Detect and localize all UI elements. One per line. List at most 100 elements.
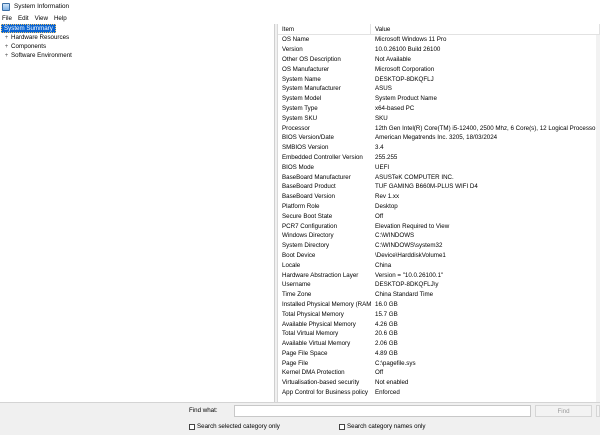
row-value: China (375, 261, 392, 269)
table-row[interactable]: Embedded Controller Version 255.255 (278, 153, 600, 163)
table-row[interactable]: Secure Boot State Off (278, 211, 600, 221)
tree-item-software-environment[interactable]: + Software Environment (0, 51, 274, 60)
row-value: Version = "10.0.26100.1" (375, 271, 444, 279)
tree-item-label: System Summary (1, 24, 56, 33)
expand-plus-icon[interactable]: + (3, 53, 10, 59)
row-value: 15.7 GB (375, 310, 398, 318)
expand-plus-icon[interactable]: + (3, 44, 10, 50)
row-item: Embedded Controller Version (282, 153, 363, 161)
row-value: UEFI (375, 163, 390, 171)
table-row[interactable]: BaseBoard Version Rev 1.xx (278, 192, 600, 202)
window-title: System Information (14, 3, 70, 10)
list-rows: OS Name Microsoft Windows 11 Pro Version 10… (278, 35, 600, 397)
category-tree: System Summary + Hardware Resources + Co… (0, 24, 275, 402)
column-header-item[interactable]: Item (278, 24, 371, 35)
table-row[interactable]: Username DESKTOP-8DKQFLJ\y (278, 280, 600, 290)
table-row[interactable]: Installed Physical Memory (RAM) 16.0 GB (278, 300, 600, 310)
row-value: Enforced (375, 389, 400, 397)
table-row[interactable]: Processor 12th Gen Intel(R) Core(TM) i5-1… (278, 123, 600, 133)
row-value: 3.4 (375, 144, 384, 152)
row-value: \Device\HarddiskVolume1 (375, 251, 446, 259)
tree-item-system-summary[interactable]: System Summary (0, 24, 274, 33)
table-row[interactable]: BaseBoard Manufacturer ASUSTeK COMPUTER I… (278, 172, 600, 182)
tree-item-hardware-resources[interactable]: + Hardware Resources (0, 33, 274, 42)
table-row[interactable]: BaseBoard Product TUF GAMING B660M-PLUS W… (278, 182, 600, 192)
row-value: TUF GAMING B660M-PLUS WIFI D4 (375, 183, 478, 191)
row-item: System Name (282, 75, 321, 83)
row-value: DESKTOP-8DKQFLJ\y (375, 281, 439, 289)
row-item: SMBIOS Version (282, 144, 329, 152)
table-row[interactable]: System Directory C:\WINDOWS\system32 (278, 241, 600, 251)
table-row[interactable]: System Manufacturer ASUS (278, 84, 600, 94)
checkbox-box[interactable] (339, 423, 345, 430)
row-item: OS Name (282, 36, 310, 44)
table-row[interactable]: Time Zone China Standard Time (278, 290, 600, 300)
table-row[interactable]: Available Virtual Memory 2.06 GB (278, 339, 600, 349)
table-row[interactable]: App Control for Business policy Enforced (278, 388, 600, 398)
checkbox-box[interactable] (189, 423, 195, 430)
row-item: System Manufacturer (282, 85, 341, 93)
table-row[interactable]: Page File Space 4.89 GB (278, 349, 600, 359)
row-item: Hardware Abstraction Layer (282, 271, 359, 279)
search-selected-category-checkbox[interactable]: Search selected category only (189, 423, 280, 430)
table-row[interactable]: BIOS Version/Date American Megatrends Inc… (278, 133, 600, 143)
row-item: System Directory (282, 242, 330, 250)
table-row[interactable]: Virtualisation-based security Not enabled (278, 378, 600, 388)
table-row[interactable]: Version 10.0.26100 Build 26100 (278, 45, 600, 55)
table-row[interactable]: System Model System Product Name (278, 94, 600, 104)
table-row[interactable]: Total Virtual Memory 20.6 GB (278, 329, 600, 339)
row-value: System Product Name (375, 95, 437, 103)
find-what-label: Find what: (189, 407, 218, 414)
row-item: Boot Device (282, 251, 316, 259)
column-header-value[interactable]: Value (371, 24, 600, 35)
tree-item-components[interactable]: + Components (0, 42, 274, 51)
table-row[interactable]: Kernel DMA Protection Off (278, 368, 600, 378)
find-input[interactable] (234, 405, 531, 417)
menu-help[interactable]: Help (51, 15, 70, 22)
table-row[interactable]: OS Name Microsoft Windows 11 Pro (278, 35, 600, 45)
title-bar: System Information (0, 0, 600, 13)
row-value: 255.255 (375, 153, 398, 161)
table-row[interactable]: Total Physical Memory 15.7 GB (278, 309, 600, 319)
expand-plus-icon[interactable]: + (3, 35, 10, 41)
table-row[interactable]: Other OS Description Not Available (278, 55, 600, 65)
table-row[interactable]: Boot Device \Device\HarddiskVolume1 (278, 251, 600, 261)
search-category-names-checkbox[interactable]: Search category names only (339, 423, 425, 430)
row-value: Microsoft Corporation (375, 65, 435, 73)
row-item: App Control for Business policy (282, 389, 368, 397)
row-value: 4.89 GB (375, 349, 398, 357)
row-value: American Megatrends Inc. 3205, 18/03/202… (375, 134, 498, 142)
menu-edit[interactable]: Edit (15, 15, 32, 22)
table-row[interactable]: System Name DESKTOP-8DKQFLJ (278, 74, 600, 84)
tree-item-label: Hardware Resources (11, 34, 70, 41)
table-row[interactable]: System Type x64-based PC (278, 104, 600, 114)
table-row[interactable]: System SKU SKU (278, 113, 600, 123)
close-find-button[interactable] (596, 405, 600, 417)
find-button[interactable]: Find (535, 405, 592, 417)
row-item: PCR7 Configuration (282, 222, 338, 230)
system-information-icon (2, 2, 10, 11)
table-row[interactable]: Windows Directory C:\WINDOWS (278, 231, 600, 241)
menu-file[interactable]: File (0, 15, 15, 22)
row-item: Available Virtual Memory (282, 340, 351, 348)
row-item: System Type (282, 104, 318, 112)
vertical-scrollbar[interactable] (596, 35, 600, 402)
row-item: BaseBoard Version (282, 193, 335, 201)
table-row[interactable]: Available Physical Memory 4.26 GB (278, 319, 600, 329)
row-value: Rev 1.xx (375, 193, 400, 201)
table-row[interactable]: Locale China (278, 260, 600, 270)
row-value: Desktop (375, 202, 398, 210)
table-row[interactable]: BIOS Mode UEFI (278, 162, 600, 172)
table-row[interactable]: Page File C:\pagefile.sys (278, 358, 600, 368)
row-item: BaseBoard Product (282, 183, 336, 191)
table-row[interactable]: Platform Role Desktop (278, 202, 600, 212)
table-row[interactable]: OS Manufacturer Microsoft Corporation (278, 64, 600, 74)
table-row[interactable]: Hardware Abstraction Layer Version = "10.… (278, 270, 600, 280)
row-item: Total Physical Memory (282, 310, 344, 318)
row-item: Username (282, 281, 311, 289)
table-row[interactable]: PCR7 Configuration Elevation Required to … (278, 221, 600, 231)
table-row[interactable]: SMBIOS Version 3.4 (278, 143, 600, 153)
row-value: SKU (375, 114, 388, 122)
row-item: Installed Physical Memory (RAM) (282, 300, 371, 308)
menu-view[interactable]: View (32, 15, 51, 22)
